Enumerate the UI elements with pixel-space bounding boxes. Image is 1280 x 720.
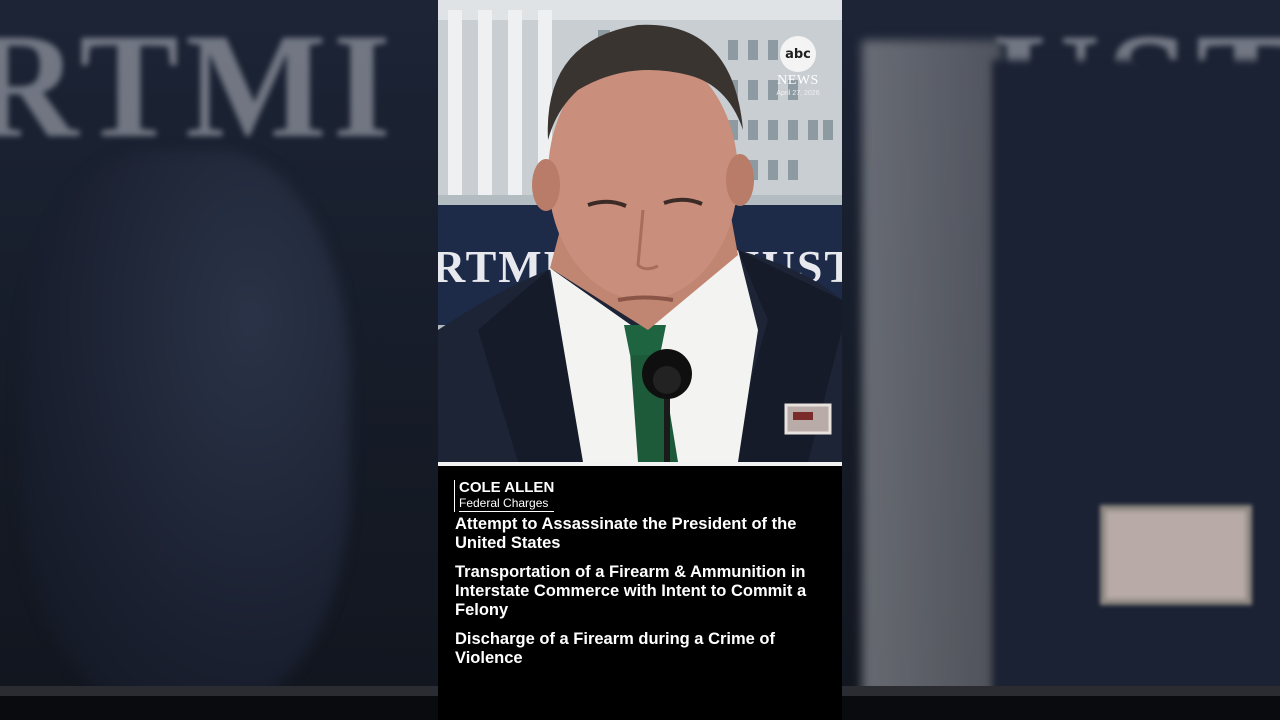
right-blurred-panel: USTI	[842, 0, 1280, 686]
charge-item: Attempt to Assassinate the President of …	[455, 515, 797, 552]
abc-news-logo: abc NEWS April 27, 2026	[774, 36, 822, 97]
news-label: NEWS	[777, 73, 819, 88]
video-frame[interactable]: RTMENT OF JUST	[438, 0, 842, 720]
left-blurred-backdrop-text: RTMI	[0, 3, 398, 169]
person-name: COLE ALLEN	[459, 479, 555, 496]
name-subtitle: Federal Charges	[459, 496, 555, 512]
right-blurred-lapel-pin	[1100, 505, 1252, 605]
charges-list: Attempt to Assassinate the President of …	[455, 515, 835, 678]
broadcast-date: April 27, 2026	[776, 90, 820, 97]
left-blurred-panel: RTMI	[0, 0, 438, 686]
name-block: COLE ALLEN Federal Charges	[454, 479, 555, 512]
left-blurred-figure	[20, 150, 350, 686]
charge-item: Discharge of a Firearm during a Crime of…	[455, 630, 775, 667]
charge-item: Transportation of a Firearm & Ammunition…	[455, 563, 807, 619]
video-scene: RTMENT OF JUST	[438, 0, 842, 462]
abc-logo-icon: abc	[780, 36, 816, 72]
right-blurred-shirt	[862, 40, 1002, 686]
